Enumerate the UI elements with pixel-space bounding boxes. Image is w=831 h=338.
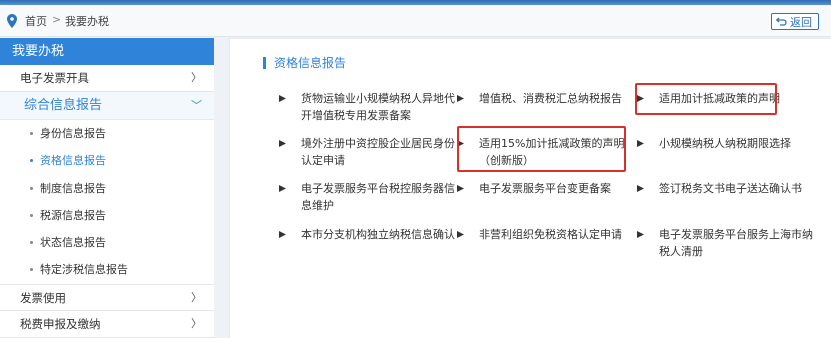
sidebar: 我要办税 电子发票开具 〉 综合信息报告 ﹀ 身份信息报告 资格信息报告 制度信… — [0, 38, 214, 338]
highlight-box — [457, 126, 626, 172]
breadcrumb-separator: > — [52, 13, 62, 26]
report-link[interactable]: 增值税、消费税汇总纳税报告 — [457, 90, 639, 107]
report-link[interactable]: 小规模纳税人纳税期限选择 — [637, 135, 819, 152]
sidebar-item-tax-filing[interactable]: 税费申报及缴纳 〉 — [0, 311, 214, 338]
arrow-bullet-icon — [457, 185, 464, 192]
main-panel: 资格信息报告 货物运输业小规模纳税人异地代开增值税专用发票备案 增值税、消费税汇… — [229, 38, 831, 338]
report-link[interactable]: 电子发票服务平台税控服务器信息维护 — [279, 180, 461, 214]
breadcrumb-home-link[interactable]: 首页 — [25, 13, 47, 29]
sidebar-item-label: 税费申报及缴纳 — [20, 316, 101, 331]
chevron-right-icon: 〉 — [191, 290, 202, 304]
chevron-down-icon: ﹀ — [191, 99, 202, 112]
chevron-right-icon: 〉 — [191, 316, 202, 330]
arrow-bullet-icon — [279, 185, 286, 192]
arrow-bullet-icon — [279, 95, 286, 102]
chevron-right-icon: 〉 — [191, 71, 202, 84]
sidebar-item-invoice-use[interactable]: 发票使用 〉 — [0, 283, 214, 311]
sidebar-subitem-identity[interactable]: 身份信息报告 — [0, 120, 214, 147]
sidebar-item-info-report[interactable]: 综合信息报告 ﹀ — [0, 92, 214, 120]
section-title: 资格信息报告 — [263, 57, 346, 69]
sidebar-title: 我要办税 — [0, 38, 214, 65]
report-link[interactable]: 非营利组织免税资格认定申请 — [457, 226, 639, 243]
sidebar-subitem-qualification[interactable]: 资格信息报告 — [0, 147, 214, 174]
breadcrumb: 首页 > 我要办税 返回 — [0, 5, 831, 37]
arrow-bullet-icon — [637, 231, 644, 238]
report-link[interactable]: 货物运输业小规模纳税人异地代开增值税专用发票备案 — [279, 90, 461, 124]
arrow-bullet-icon — [637, 140, 644, 147]
report-link[interactable]: 签订税务文书电子送达确认书 — [637, 180, 819, 197]
breadcrumb-current: 我要办税 — [65, 15, 109, 28]
sidebar-item-label: 综合信息报告 — [24, 98, 103, 113]
arrow-bullet-icon — [637, 185, 644, 192]
sidebar-item-label: 电子发票开具 — [20, 71, 89, 85]
report-link[interactable]: 本市分支机构独立纳税信息确认 — [279, 226, 461, 243]
arrow-bullet-icon — [457, 95, 464, 102]
sidebar-subitem-tax-source[interactable]: 税源信息报告 — [0, 202, 214, 229]
sidebar-item-label: 发票使用 — [20, 290, 66, 305]
report-link[interactable]: 电子发票服务平台变更备案 — [457, 180, 639, 197]
sidebar-subitem-status[interactable]: 状态信息报告 — [0, 229, 214, 256]
sidebar-item-e-invoice[interactable]: 电子发票开具 〉 — [0, 65, 214, 92]
arrow-bullet-icon — [279, 140, 286, 147]
report-link[interactable]: 境外注册中资控股企业居民身份认定申请 — [279, 135, 461, 169]
back-button[interactable]: 返回 — [771, 13, 819, 30]
location-pin-icon — [7, 14, 17, 28]
sidebar-subitem-system[interactable]: 制度信息报告 — [0, 175, 214, 202]
back-button-label: 返回 — [790, 15, 812, 29]
arrow-bullet-icon — [279, 231, 286, 238]
arrow-bullet-icon — [457, 231, 464, 238]
return-icon — [776, 17, 787, 26]
sidebar-subitem-specific[interactable]: 特定涉税信息报告 — [0, 256, 214, 283]
report-link[interactable]: 电子发票服务平台服务上海市纳税人清册 — [637, 226, 819, 260]
highlight-box — [635, 83, 777, 115]
